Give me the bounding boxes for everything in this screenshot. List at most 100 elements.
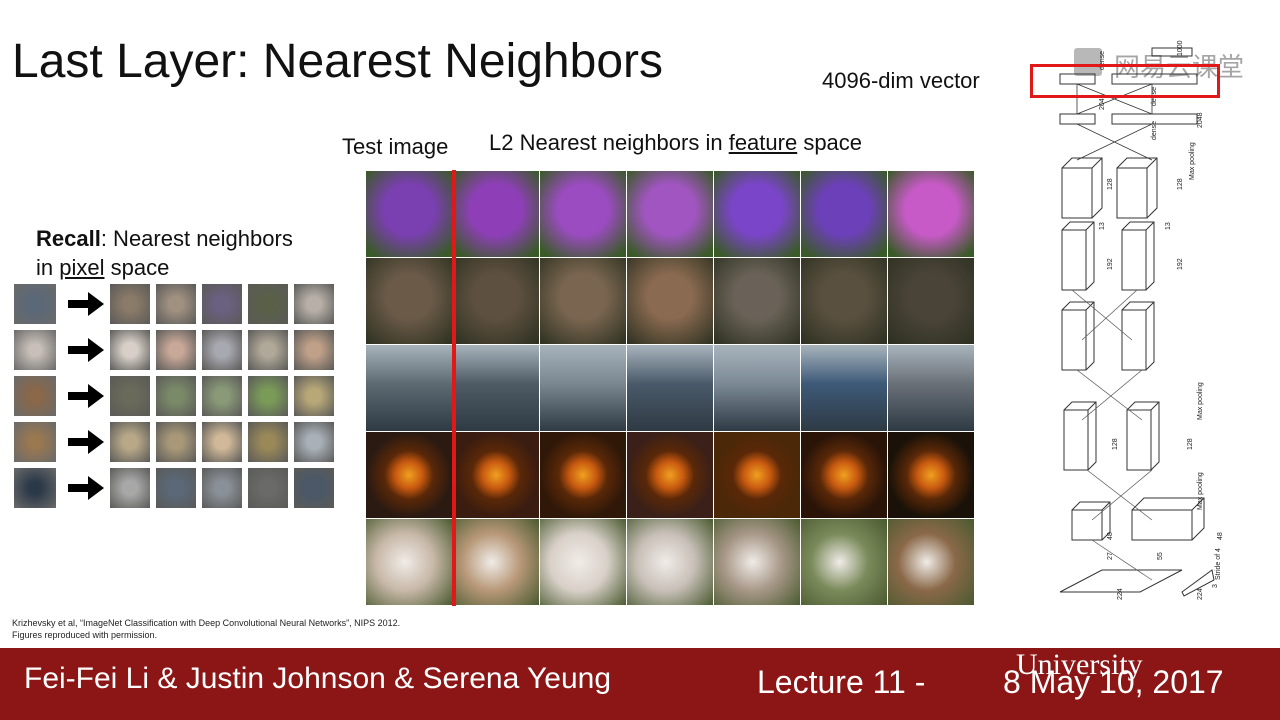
pixel-row: [14, 330, 338, 370]
alexnet-diagram: densedensedense100020482048Max poolingMa…: [1059, 40, 1224, 600]
pixel-query-image: [14, 468, 56, 508]
pixel-neighbor-image: [156, 284, 196, 324]
conv4-block-b: [1121, 229, 1147, 291]
vector-highlight-box: [1030, 64, 1220, 98]
pixel-query-image: [14, 376, 56, 416]
conv5-block-a: [1061, 167, 1093, 219]
connection-line: [1081, 289, 1138, 341]
recall-bold: Recall: [36, 226, 101, 251]
pixel-neighbor-image: [248, 284, 288, 324]
conv1-block-b-depth: [1131, 497, 1205, 541]
feature-neighbor-image: [453, 519, 539, 605]
feature-neighbor-image: [888, 171, 974, 257]
pixel-query-image: [14, 330, 56, 370]
arrow-right-icon: [68, 384, 104, 408]
arrow-right-icon: [68, 476, 104, 500]
nn-label-underlined: feature: [728, 130, 798, 155]
network-label: 55: [1157, 552, 1164, 560]
conv2-block-b-edge: [1150, 401, 1160, 411]
feature-neighbor-image: [627, 432, 713, 518]
dense-layer-box: [1059, 113, 1096, 125]
pixel-neighbor-image: [156, 468, 196, 508]
connection-line: [1086, 469, 1153, 521]
feature-neighbor-image: [453, 345, 539, 431]
conv4-block-b-depth: [1121, 221, 1155, 291]
feature-neighbor-image: [714, 171, 800, 257]
network-label: 48: [1217, 532, 1224, 540]
pixel-neighbor-image: [294, 376, 334, 416]
recall-line2-suffix: space: [104, 255, 170, 280]
feature-neighbor-image: [540, 345, 626, 431]
arrow-right-icon: [68, 292, 104, 316]
vector-label: 4096-dim vector: [822, 68, 980, 93]
feature-neighbor-image: [453, 258, 539, 344]
feature-neighbor-image: [540, 171, 626, 257]
network-label: 224: [1197, 588, 1204, 600]
feature-neighbor-image: [366, 345, 452, 431]
conv4-block-a-edge: [1085, 221, 1095, 231]
conv5-block-b-depth: [1116, 157, 1158, 219]
pixel-space-grid: [14, 284, 338, 512]
feature-neighbor-image: [453, 432, 539, 518]
feature-space-grid: [366, 171, 976, 607]
pixel-neighbor-image: [110, 330, 150, 370]
network-label: 128: [1107, 178, 1114, 190]
connection-line: [1091, 469, 1153, 521]
network-label: Stride of 4: [1215, 548, 1222, 580]
pixel-neighbor-image: [248, 330, 288, 370]
feature-neighbor-image: [627, 258, 713, 344]
feature-neighbor-image: [714, 432, 800, 518]
pixel-neighbor-image: [294, 330, 334, 370]
nn-label: L2 Nearest neighbors in feature space: [489, 130, 862, 156]
pixel-neighbor-image: [156, 422, 196, 462]
feature-neighbor-image: [801, 432, 887, 518]
feature-neighbor-image: [714, 258, 800, 344]
conv5-block-b-edge: [1146, 157, 1158, 169]
feature-neighbor-image: [366, 171, 452, 257]
feature-neighbor-image: [801, 171, 887, 257]
pixel-neighbor-image: [202, 376, 242, 416]
footer-university: University: [1016, 648, 1143, 681]
conv4-block-b-edge: [1145, 221, 1155, 231]
feature-neighbor-image: [888, 345, 974, 431]
pixel-row: [14, 468, 338, 508]
output-layer-box: [1151, 47, 1193, 57]
network-label: 2048: [1197, 112, 1204, 128]
footer-authors: Fei-Fei Li & Justin Johnson & Serena Yeu…: [24, 662, 612, 695]
conv5-block-a-edge: [1091, 157, 1103, 169]
network-label: 128: [1112, 438, 1119, 450]
feature-neighbor-image: [888, 432, 974, 518]
network-label: 13: [1099, 222, 1106, 230]
conv3-block-a-depth: [1061, 301, 1095, 371]
pixel-row: [14, 376, 338, 416]
conv3-block-a-edge: [1085, 301, 1095, 311]
pixel-neighbor-image: [202, 422, 242, 462]
credit-line2: Figures reproduced with permission.: [12, 630, 158, 640]
feature-neighbor-image: [366, 519, 452, 605]
pixel-neighbor-image: [248, 468, 288, 508]
pixel-neighbor-image: [202, 330, 242, 370]
feature-neighbor-image: [888, 519, 974, 605]
feature-neighbor-image: [366, 432, 452, 518]
feature-neighbor-image: [801, 258, 887, 344]
pixel-neighbor-image: [294, 422, 334, 462]
pixel-query-image: [14, 284, 56, 324]
feature-neighbor-image: [627, 345, 713, 431]
nn-label-prefix: L2 Nearest neighbors in: [489, 130, 729, 155]
conv5-block-b: [1116, 167, 1148, 219]
feature-neighbor-image: [801, 345, 887, 431]
network-label: 192: [1177, 258, 1184, 270]
footer-lecture: Lecture 11 -: [757, 664, 926, 700]
pixel-neighbor-image: [294, 468, 334, 508]
feature-neighbor-image: [540, 258, 626, 344]
pixel-row: [14, 422, 338, 462]
connection-line: [1076, 369, 1143, 421]
slide-title: Last Layer: Nearest Neighbors: [12, 35, 663, 88]
arrow-right-icon: [68, 430, 104, 454]
pixel-neighbor-image: [110, 468, 150, 508]
network-label: 13: [1165, 222, 1172, 230]
network-label: Max pooling: [1189, 142, 1196, 180]
connection-line: [1081, 369, 1143, 421]
recall-line2-underlined: pixel: [59, 255, 105, 280]
pixel-neighbor-image: [248, 422, 288, 462]
